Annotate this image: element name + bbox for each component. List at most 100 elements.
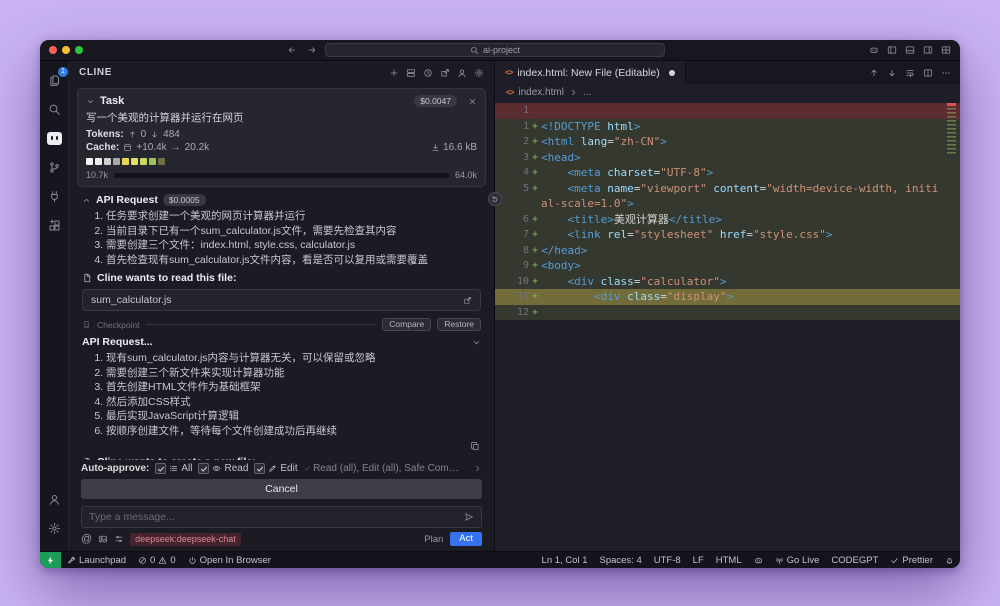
- context-window-blocks: [86, 158, 477, 165]
- account-icon[interactable]: [457, 68, 467, 78]
- message-input-box[interactable]: [81, 506, 482, 528]
- message-input[interactable]: [89, 511, 458, 523]
- editor-tabbar: <> index.html: New File (Editable): [495, 61, 960, 84]
- auto-approve-edit[interactable]: Edit: [254, 463, 297, 474]
- status-launchpad[interactable]: Launchpad: [61, 552, 132, 568]
- history-icon[interactable]: [423, 68, 433, 78]
- file-icon: [82, 273, 92, 283]
- breadcrumb-more[interactable]: ...: [583, 87, 591, 98]
- status-prettier[interactable]: Prettier: [884, 552, 939, 568]
- activity-extensions[interactable]: [42, 213, 66, 237]
- notifications-bell-icon[interactable]: [939, 552, 960, 568]
- customize-layout-icon[interactable]: [941, 45, 951, 55]
- context-block: [113, 158, 120, 165]
- zoom-window-button[interactable]: [75, 46, 83, 54]
- restore-button[interactable]: Restore: [437, 318, 481, 331]
- code-line: 9+<body>: [495, 258, 960, 274]
- auto-approve-bar[interactable]: Auto-approve: All Read Edit: [69, 460, 494, 476]
- toggle-panel-icon[interactable]: [905, 45, 915, 55]
- remote-indicator[interactable]: [40, 552, 61, 568]
- status-go-live[interactable]: Go Live: [769, 552, 826, 568]
- breadcrumb-file[interactable]: index.html: [518, 87, 564, 98]
- editor-tab[interactable]: <> index.html: New File (Editable): [495, 61, 686, 84]
- minimap[interactable]: [945, 103, 958, 551]
- open-external-icon[interactable]: [463, 296, 472, 305]
- activity-explorer[interactable]: 1: [42, 68, 66, 92]
- activity-cline[interactable]: [42, 126, 66, 150]
- code-editor[interactable]: 11+<!DOCTYPE html>2+<html lang="zh-CN">3…: [495, 101, 960, 551]
- context-block: [140, 158, 147, 165]
- cache-label: Cache:: [86, 142, 119, 153]
- status-language[interactable]: HTML: [710, 552, 748, 568]
- status-eol[interactable]: LF: [687, 552, 710, 568]
- auto-approve-all[interactable]: All: [155, 463, 192, 474]
- cache-arrow: →: [171, 142, 181, 153]
- read-file-chip[interactable]: sum_calculator.js: [82, 289, 481, 311]
- status-cursor-position[interactable]: Ln 1, Col 1: [536, 552, 594, 568]
- rules-icon[interactable]: [114, 534, 124, 544]
- settings-gear-icon[interactable]: [474, 68, 484, 78]
- activity-settings[interactable]: [42, 516, 66, 540]
- pencil-icon: [268, 464, 277, 473]
- split-editor-icon[interactable]: [923, 68, 933, 78]
- conversation-timeline[interactable]: API Request $0.0005 任务要求创建一个美观的网页计算器并运行当…: [69, 190, 494, 460]
- chevron-right-icon[interactable]: [473, 464, 482, 473]
- copilot-status-icon[interactable]: [748, 552, 769, 568]
- tokens-label: Tokens:: [86, 129, 124, 140]
- auto-approve-summary[interactable]: Read (all), Edit (all), Safe Commands, A…: [304, 463, 467, 474]
- prev-change-icon[interactable]: [869, 68, 879, 78]
- checkbox-all[interactable]: [155, 463, 166, 474]
- status-codegpt[interactable]: CODEGPT: [825, 552, 884, 568]
- list-icon: [169, 464, 178, 473]
- minimap-added-marks: [947, 108, 956, 154]
- compare-button[interactable]: Compare: [382, 318, 431, 331]
- activity-mcp[interactable]: [42, 184, 66, 208]
- cancel-button[interactable]: Cancel: [81, 479, 482, 499]
- status-encoding[interactable]: UTF-8: [648, 552, 687, 568]
- act-toggle[interactable]: Act: [450, 532, 482, 546]
- minimize-window-button[interactable]: [62, 46, 70, 54]
- collapse-task-icon[interactable]: [86, 97, 95, 106]
- status-indentation[interactable]: Spaces: 4: [594, 552, 648, 568]
- next-change-icon[interactable]: [887, 68, 897, 78]
- more-actions-icon[interactable]: [941, 68, 951, 78]
- context-block: [122, 158, 129, 165]
- plan-toggle[interactable]: Plan: [424, 534, 443, 545]
- copilot-menu-icon[interactable]: [869, 45, 879, 55]
- code-line: 12+: [495, 305, 960, 321]
- unsaved-dot-icon[interactable]: [669, 70, 675, 76]
- checkpoint-restore-handle[interactable]: [488, 192, 502, 206]
- new-task-icon[interactable]: [389, 68, 399, 78]
- api-request-row-2[interactable]: API Request...: [82, 333, 481, 350]
- status-problems[interactable]: 0 0: [132, 552, 182, 568]
- history-forward-icon[interactable]: [307, 45, 317, 55]
- copy-icon[interactable]: [470, 441, 480, 451]
- mcp-servers-icon[interactable]: [406, 68, 416, 78]
- breadcrumb[interactable]: <> index.html ...: [495, 84, 960, 101]
- api-request-row[interactable]: API Request $0.0005: [82, 191, 481, 208]
- mention-icon[interactable]: @: [81, 534, 92, 545]
- checkpoint-divider: Checkpoint Compare Restore: [82, 318, 481, 331]
- activity-search[interactable]: [42, 97, 66, 121]
- checkbox-read[interactable]: [198, 463, 209, 474]
- checkpoint-label: Checkpoint: [97, 320, 140, 330]
- image-icon[interactable]: [98, 534, 108, 544]
- model-selector[interactable]: deepseek:deepseek-chat: [130, 533, 241, 546]
- close-task-icon[interactable]: [468, 97, 477, 106]
- command-center-search[interactable]: ai-project: [325, 43, 665, 57]
- close-window-button[interactable]: [49, 46, 57, 54]
- activity-account[interactable]: [42, 487, 66, 511]
- history-back-icon[interactable]: [287, 45, 297, 55]
- status-open-in-browser[interactable]: Open In Browser: [182, 552, 277, 568]
- open-in-editor-icon[interactable]: [440, 68, 450, 78]
- toggle-secondary-sidebar-icon[interactable]: [923, 45, 933, 55]
- checkbox-edit[interactable]: [254, 463, 265, 474]
- send-icon[interactable]: [464, 512, 474, 522]
- word-wrap-icon[interactable]: [905, 68, 915, 78]
- activity-source-control[interactable]: [42, 155, 66, 179]
- api-cost-badge: $0.0005: [163, 194, 206, 206]
- chevron-down-icon[interactable]: [472, 338, 481, 347]
- cline-robot-icon: [47, 132, 62, 145]
- auto-approve-read[interactable]: Read: [198, 463, 248, 474]
- toggle-sidebar-icon[interactable]: [887, 45, 897, 55]
